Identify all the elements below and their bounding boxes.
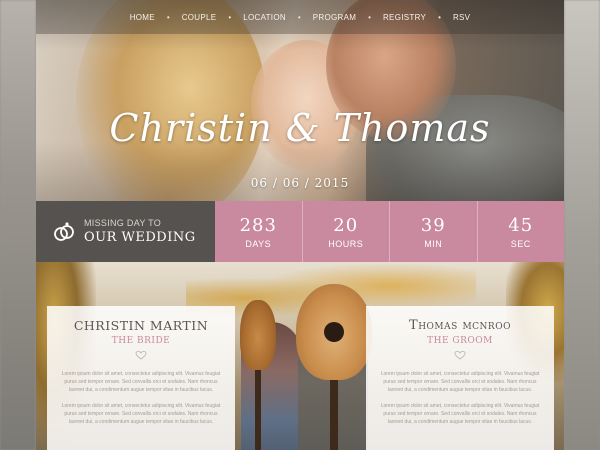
countdown-label-small: MISSING DAY TO — [84, 218, 162, 228]
hero-photo: HOME • COUPLE • LOCATION • PROGRAM • REG… — [36, 0, 564, 201]
groom-role: THE GROOM — [427, 336, 493, 346]
countdown-seconds: 45 SEC — [476, 201, 565, 262]
bride-role: THE BRIDE — [111, 336, 171, 346]
nav-item-program[interactable]: PROGRAM — [313, 13, 356, 22]
countdown-minutes: 39 MIN — [389, 201, 477, 262]
countdown-unit: SEC — [510, 238, 531, 249]
nav-item-location[interactable]: LOCATION — [243, 13, 286, 22]
heart-divider-icon — [454, 350, 466, 360]
wedding-rings-icon — [54, 221, 74, 241]
background-right — [564, 0, 600, 450]
countdown-days: 283 DAYS — [215, 201, 302, 262]
nav-separator: • — [228, 12, 232, 22]
background-left — [0, 0, 36, 450]
countdown-cells: 283 DAYS 20 HOURS 39 MIN 45 SEC — [215, 201, 564, 262]
bride-bio-paragraph: Lorem ipsum dolor sit amet, consectetur … — [61, 371, 221, 393]
couple-title: Christin & Thomas — [109, 106, 491, 150]
nav-item-home[interactable]: HOME — [130, 13, 155, 22]
groom-bio-paragraph: Lorem ipsum dolor sit amet, consectetur … — [380, 371, 540, 393]
countdown-hours: 20 HOURS — [301, 201, 390, 262]
guitar-right-image — [296, 284, 372, 450]
bride-card: Christin Martin THE BRIDE Lorem ipsum do… — [47, 306, 235, 450]
wedding-page: HOME • COUPLE • LOCATION • PROGRAM • REG… — [36, 0, 564, 450]
bride-name: Christin Martin — [73, 318, 209, 333]
nav-separator: • — [438, 12, 441, 22]
nav-item-registry[interactable]: REGISTRY — [383, 13, 426, 22]
groom-name: Thomas mcnroo — [409, 318, 511, 333]
countdown-value: 20 — [333, 214, 359, 236]
countdown-bar: MISSING DAY TO OUR WEDDING 283 DAYS 20 H… — [36, 201, 564, 262]
groom-card: Thomas mcnroo THE GROOM Lorem ipsum dolo… — [366, 306, 554, 450]
nav-item-couple[interactable]: COUPLE — [182, 13, 217, 22]
nav-separator: • — [166, 12, 170, 22]
wedding-date: 06 / 06 / 2015 — [250, 176, 350, 190]
countdown-value: 39 — [420, 214, 446, 236]
guitar-left-image — [240, 300, 276, 450]
top-nav: HOME • COUPLE • LOCATION • PROGRAM • REG… — [36, 0, 564, 34]
countdown-value: 45 — [508, 214, 534, 236]
couple-section: Christin Martin THE BRIDE Lorem ipsum do… — [36, 262, 564, 450]
heart-divider-icon — [135, 350, 147, 360]
nav-item-rsvp[interactable]: RSV — [453, 13, 470, 22]
nav-separator: • — [368, 12, 371, 22]
bride-bio-paragraph: Lorem ipsum dolor sit amet, consectetur … — [61, 403, 221, 425]
countdown-unit: HOURS — [328, 238, 364, 249]
nav-separator: • — [297, 12, 301, 22]
countdown-unit: DAYS — [245, 238, 272, 249]
countdown-label: MISSING DAY TO OUR WEDDING — [36, 201, 215, 262]
groom-bio-paragraph: Lorem ipsum dolor sit amet, consectetur … — [380, 403, 540, 425]
countdown-label-big: OUR WEDDING — [84, 230, 196, 245]
countdown-value: 283 — [239, 214, 277, 236]
countdown-unit: MIN — [424, 238, 443, 249]
